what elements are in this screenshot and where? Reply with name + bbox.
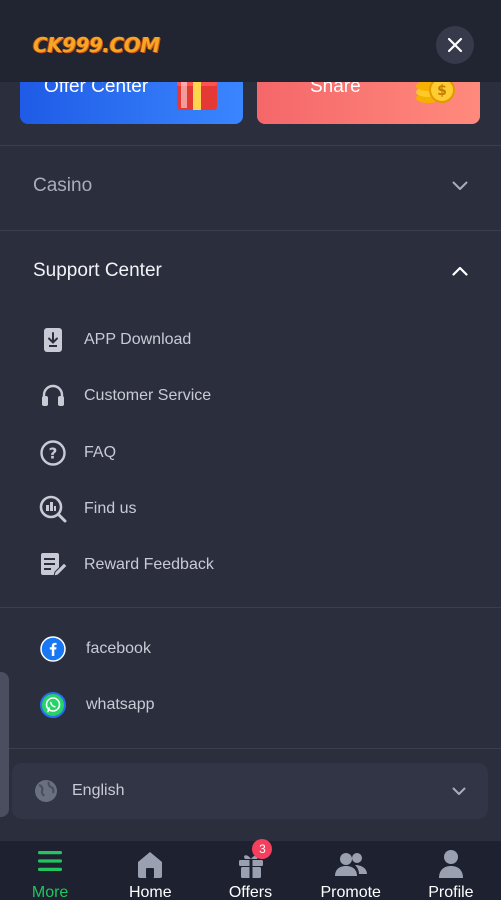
divider <box>0 145 501 146</box>
nav-more-label: More <box>31 884 69 900</box>
facebook-link[interactable]: facebook <box>38 629 458 669</box>
coins-icon: $ <box>416 82 455 103</box>
top-bar: CK999.COM <box>0 0 501 82</box>
close-icon <box>447 37 463 53</box>
nav-home[interactable]: Home <box>100 841 200 900</box>
find-us-label: Find us <box>84 500 137 517</box>
profile-icon <box>438 850 463 878</box>
nav-profile-label: Profile <box>428 884 474 900</box>
feedback-icon <box>38 550 68 580</box>
nav-profile[interactable]: Profile <box>401 841 501 900</box>
app-download-label: APP Download <box>84 331 192 348</box>
svg-text:$: $ <box>437 83 447 99</box>
share-banner[interactable]: Share $ <box>257 82 480 124</box>
language-select[interactable]: English <box>12 763 488 819</box>
language-value: English <box>72 782 125 799</box>
globe-icon <box>35 780 57 802</box>
gift-box-icon <box>177 82 217 110</box>
find-us-item[interactable]: Find us <box>38 489 458 529</box>
bottom-nav: More Home 3 Offers Promote Profile <box>0 839 501 900</box>
facebook-label: facebook <box>86 640 151 657</box>
headset-icon <box>38 381 68 411</box>
divider <box>0 230 501 231</box>
chevron-down-icon <box>452 787 466 795</box>
promo-banners: Offer Center Share $ <box>0 82 501 126</box>
nav-more[interactable]: More <box>0 841 100 900</box>
customer-service-label: Customer Service <box>84 387 212 404</box>
nav-promote-label: Promote <box>320 884 381 900</box>
question-icon: ? <box>38 438 68 468</box>
whatsapp-label: whatsapp <box>86 696 155 713</box>
nav-home-label: Home <box>128 884 172 900</box>
nav-offers[interactable]: 3 Offers <box>200 839 300 900</box>
menu-icon <box>38 851 63 871</box>
share-label: Share <box>310 82 361 97</box>
find-us-icon <box>38 494 68 524</box>
side-drawer-handle[interactable] <box>0 672 9 817</box>
home-icon <box>138 852 163 878</box>
faq-label: FAQ <box>84 444 117 461</box>
svg-text:?: ? <box>49 445 58 463</box>
reward-feedback-item[interactable]: Reward Feedback <box>38 545 458 585</box>
nav-promote[interactable]: Promote <box>301 841 401 900</box>
divider <box>0 607 501 608</box>
offer-center-label: Offer Center <box>44 82 149 97</box>
users-icon <box>334 853 367 876</box>
reward-feedback-label: Reward Feedback <box>84 556 214 573</box>
faq-item[interactable]: ? FAQ <box>38 433 458 473</box>
whatsapp-icon <box>38 690 68 720</box>
nav-offers-label: Offers <box>228 884 273 900</box>
support-center-section-header[interactable]: Support Center <box>0 241 501 301</box>
whatsapp-link[interactable]: whatsapp <box>38 685 458 725</box>
chevron-down-icon <box>452 181 468 190</box>
chevron-up-icon <box>452 266 468 276</box>
offer-center-banner[interactable]: Offer Center <box>20 82 243 124</box>
site-logo[interactable]: CK999.COM <box>33 33 160 57</box>
download-icon <box>38 325 68 355</box>
close-button[interactable] <box>436 26 474 64</box>
casino-section-header[interactable]: Casino <box>0 156 501 216</box>
casino-title: Casino <box>33 175 93 196</box>
facebook-icon <box>38 634 68 664</box>
divider <box>0 748 501 749</box>
support-center-title: Support Center <box>33 260 162 281</box>
customer-service-item[interactable]: Customer Service <box>38 376 458 416</box>
offers-badge: 3 <box>252 839 273 859</box>
app-download-item[interactable]: APP Download <box>38 320 458 360</box>
